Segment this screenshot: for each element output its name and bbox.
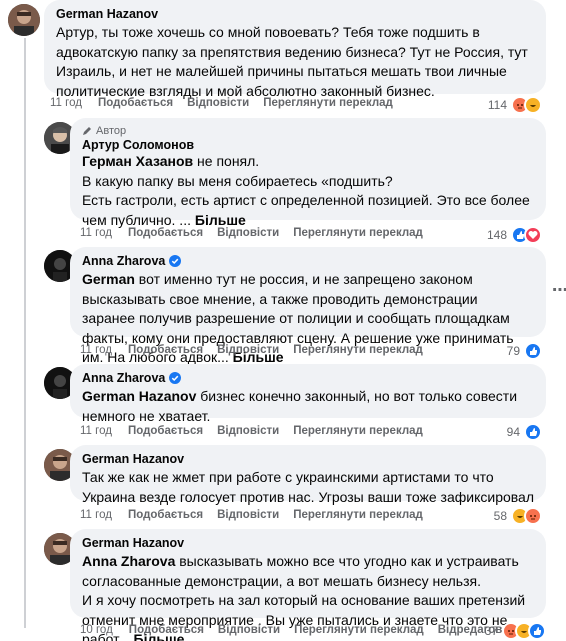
comment-actions: 11 год Подобається Відповісти Переглянут… — [50, 97, 407, 109]
thread-line — [24, 38, 26, 628]
reaction-summary[interactable]: 37 — [485, 622, 546, 640]
comment-text: Есть гастроли, есть артист с определенно… — [82, 192, 530, 228]
comment-actions: 11 год Подобається Відповісти Переглянут… — [80, 227, 437, 239]
like-button[interactable]: Подобається — [129, 624, 204, 636]
love-reaction-icon — [524, 226, 542, 244]
reaction-count: 79 — [506, 344, 520, 358]
comment-author[interactable]: German Hazanov — [56, 7, 158, 21]
translate-button[interactable]: Переглянути переклад — [293, 425, 423, 437]
comment-time[interactable]: 11 год — [80, 425, 112, 437]
comment-actions: 11 год Подобається Відповісти Переглянут… — [80, 425, 437, 437]
comment-bubble: Anna Zharova German вот именно тут не ро… — [70, 247, 546, 365]
like-button[interactable]: Подобається — [128, 509, 203, 521]
comment-bubble: German Hazanov Артур, ты тоже хочешь со … — [44, 0, 546, 99]
like-button[interactable]: Подобається — [98, 97, 173, 109]
comment-time[interactable]: 11 год — [50, 97, 82, 109]
reaction-count: 94 — [506, 425, 520, 439]
reaction-summary[interactable]: 79 — [507, 342, 542, 360]
reaction-summary[interactable]: 148 — [487, 226, 542, 244]
reply-button[interactable]: Відповісти — [217, 425, 279, 437]
comment-author[interactable]: German Hazanov — [82, 452, 184, 466]
like-reaction-icon — [528, 622, 546, 640]
reaction-summary[interactable]: 58 — [494, 507, 542, 525]
comment-time[interactable]: 11 год — [80, 509, 112, 521]
translate-button[interactable]: Переглянути переклад — [293, 227, 423, 239]
verified-badge-icon — [169, 372, 182, 384]
avatar[interactable] — [8, 4, 40, 36]
comment-author[interactable]: German Hazanov — [82, 536, 184, 550]
see-more-link[interactable]: Більше — [195, 212, 246, 228]
comment-time[interactable]: 11 год — [80, 227, 112, 239]
like-button[interactable]: Подобається — [128, 425, 203, 437]
comment-text: Артур, ты тоже хочешь со мной повоевать?… — [56, 24, 528, 99]
reply-button[interactable]: Відповісти — [218, 624, 280, 636]
reaction-count: 114 — [487, 98, 507, 112]
mention-link[interactable]: German — [82, 271, 135, 287]
comment-bubble: German Hazanov Anna Zharova высказывать … — [70, 529, 546, 641]
like-button[interactable]: Подобається — [128, 344, 203, 356]
translate-button[interactable]: Переглянути переклад — [294, 624, 424, 636]
comment-author[interactable]: Anna Zharova — [82, 254, 165, 268]
reaction-count: 148 — [486, 228, 507, 242]
comment-bubble: Anna Zharova German Hazanov бизнес конеч… — [70, 364, 546, 424]
translate-button[interactable]: Переглянути переклад — [263, 97, 393, 109]
mention-link[interactable]: Герман Хазанов — [82, 153, 193, 169]
comment-time[interactable]: 10 год — [80, 624, 113, 636]
reply-button[interactable]: Відповісти — [187, 97, 249, 109]
reaction-count: 37 — [484, 624, 498, 638]
angry-reaction-icon — [524, 507, 542, 525]
reply-button[interactable]: Відповісти — [217, 509, 279, 521]
like-reaction-icon — [524, 342, 542, 360]
comment-text: В какую папку вы меня собираетесь «подши… — [82, 172, 393, 189]
more-options-icon[interactable]: ⋯ — [552, 280, 566, 300]
translate-button[interactable]: Переглянути переклад — [293, 509, 423, 521]
comment-text: не понял. — [193, 153, 260, 169]
comment-author[interactable]: Anna Zharova — [82, 371, 165, 385]
like-button[interactable]: Подобається — [128, 227, 203, 239]
reply-button[interactable]: Відповісти — [217, 227, 279, 239]
comment-bubble: Автор Артур Соломонов Герман Хазанов не … — [70, 118, 546, 228]
author-badge: Автор — [82, 125, 534, 137]
comment-actions: 11 год Подобається Відповісти Переглянут… — [80, 344, 437, 356]
comment-text: Так же как не жмет при работе с украинск… — [82, 469, 535, 505]
comment-actions: 11 год Подобається Відповісти Переглянут… — [80, 509, 437, 521]
comment-time[interactable]: 11 год — [80, 344, 112, 356]
reaction-summary[interactable]: 114 — [488, 96, 542, 114]
reaction-summary[interactable]: 94 — [507, 423, 542, 441]
translate-button[interactable]: Переглянути переклад — [293, 344, 423, 356]
pencil-icon — [83, 127, 91, 135]
comment-actions: 10 год Подобається Відповісти Переглянут… — [80, 624, 537, 636]
mention-link[interactable]: Anna Zharova — [82, 553, 175, 569]
comment-bubble: German Hazanov Так же как не жмет при ра… — [70, 445, 546, 505]
haha-reaction-icon — [524, 96, 542, 114]
verified-badge-icon — [169, 255, 182, 267]
mention-link[interactable]: German Hazanov — [82, 388, 196, 404]
comment-author[interactable]: Артур Соломонов — [82, 138, 194, 152]
reply-button[interactable]: Відповісти — [217, 344, 279, 356]
reaction-count: 58 — [493, 509, 507, 523]
like-reaction-icon — [524, 423, 542, 441]
